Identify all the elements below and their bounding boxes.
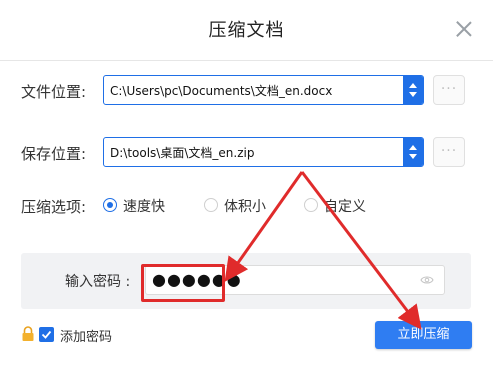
annotation-arrows	[224, 171, 422, 330]
compress-dialog: 压缩文档 文件位置: C:\Users\pc\Documents\文档_en.d…	[0, 0, 493, 370]
arrow-to-compress-button	[300, 171, 422, 330]
arrow-to-password	[224, 171, 304, 282]
